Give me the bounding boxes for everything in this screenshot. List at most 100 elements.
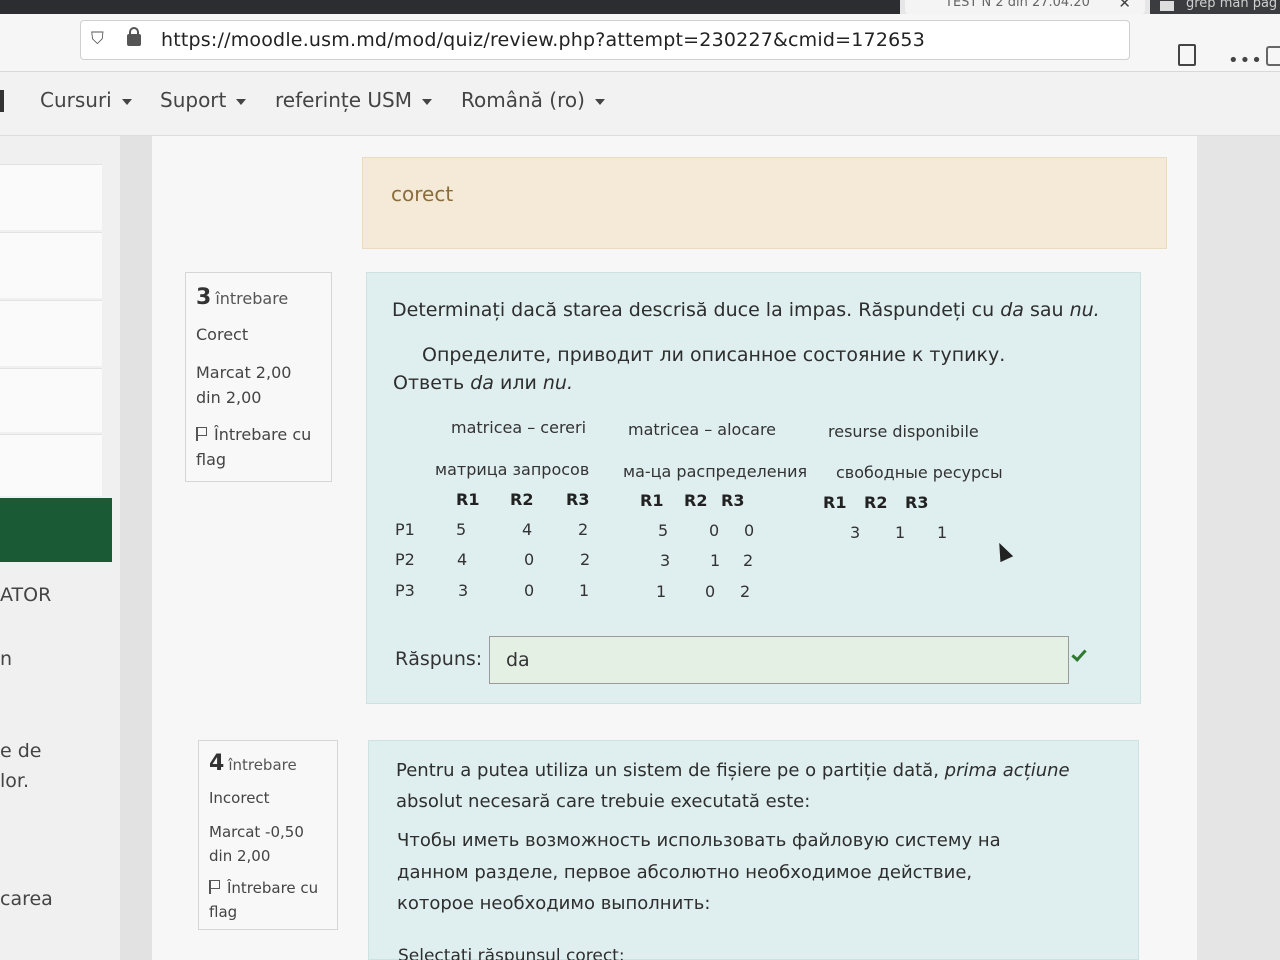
col-header: R2 (684, 491, 708, 510)
question-number: 4 întrebare (209, 751, 297, 776)
sidebar-fragment[interactable]: ATOR (0, 584, 51, 606)
question-text-ro-2: absolut necesară care trebuie executată … (396, 791, 811, 812)
allocation-cell: 5 (658, 521, 669, 540)
text-part: Pentru a putea utiliza un sistem de fiși… (396, 760, 945, 781)
shield-icon[interactable]: ⛉ (91, 29, 104, 49)
nav-edge-fragment (0, 90, 4, 112)
allocation-cell: 0 (744, 521, 755, 540)
reader-view-icon[interactable] (1178, 44, 1196, 66)
flag-question-link[interactable]: Întrebare cu (196, 425, 311, 444)
sidebar-cell[interactable] (0, 434, 102, 496)
feedback-text: corect (391, 182, 454, 206)
sidebar-cell[interactable] (0, 368, 102, 432)
question-state: Incorect (209, 789, 270, 807)
browser-tab-bar: TEST N 2 din 27.04.20 ✕ grep man pag (0, 0, 1280, 14)
nav-suport[interactable]: Suport (160, 88, 247, 112)
flag-question-link[interactable]: Întrebare cu (209, 879, 318, 897)
question-state: Corect (196, 325, 249, 344)
nav-label: referințe USM (275, 88, 412, 112)
flag-label: Întrebare cu (214, 425, 312, 444)
site-navigation: Cursuri Suport referințe USM Română (ro) (0, 72, 1280, 136)
sidebar-fragment[interactable]: carea (0, 888, 53, 910)
sidebar-cell[interactable] (0, 232, 102, 298)
answer-input[interactable] (489, 636, 1069, 684)
header-allocation-ru: ма-ца распределения (623, 462, 808, 481)
pocket-icon[interactable] (1266, 46, 1280, 66)
nav-label: Cursuri (40, 88, 112, 112)
nav-referinte[interactable]: referințe USM (275, 88, 432, 112)
question-marks: Marcat -0,50 (209, 823, 304, 841)
sidebar-fragment[interactable]: n (0, 648, 12, 670)
select-prompt: Selectați răspunsul corect: (398, 946, 625, 960)
text-part: sau (1023, 299, 1070, 321)
lock-icon[interactable] (127, 27, 141, 46)
col-header: R3 (721, 491, 745, 510)
flag-label-cont[interactable]: flag (196, 450, 226, 469)
header-request-ro: matricea – cereri (451, 418, 587, 437)
col-header: R2 (510, 490, 534, 509)
chevron-down-icon (236, 98, 247, 105)
nav-language[interactable]: Română (ro) (461, 88, 605, 112)
general-feedback-box: corect (362, 157, 1167, 249)
request-cell: 4 (522, 520, 533, 539)
text-part: или (493, 372, 543, 394)
question-info-4: 4 întrebare Incorect Marcat -0,50 din 2,0… (198, 740, 338, 930)
question-info-3: 3 întrebare Corect Marcat 2,00 din 2,00 Î… (185, 272, 332, 482)
header-available-ro: resurse disponibile (828, 422, 979, 441)
flag-icon (196, 427, 207, 441)
request-cell: 3 (458, 581, 469, 600)
request-cell: 2 (578, 520, 589, 539)
col-header: R3 (566, 490, 590, 509)
close-tab-icon[interactable]: ✕ (1118, 0, 1131, 12)
question-marks-total: din 2,00 (196, 388, 262, 407)
question-marks: Marcat 2,00 (196, 363, 292, 382)
allocation-cell: 0 (705, 582, 716, 601)
question-text-ru-3: которое необходимо выполнить: (397, 893, 711, 914)
question-word: întrebare (228, 756, 297, 774)
text-part: Ответь (393, 372, 471, 394)
header-allocation-ro: matricea – alocare (628, 420, 777, 439)
text-part: prima acțiune (944, 760, 1070, 781)
more-actions-icon[interactable]: ••• (1228, 50, 1263, 71)
url-text[interactable]: https://moodle.usm.md/mod/quiz/review.ph… (161, 29, 925, 51)
row-label: P2 (395, 550, 415, 569)
sidebar-cell[interactable] (0, 300, 102, 366)
flag-label-cont[interactable]: flag (209, 903, 237, 921)
question-text-ro: Determinați dacă starea descrisă duce la… (392, 299, 1100, 321)
sidebar-fragment: e de (0, 740, 42, 762)
sidebar-gutter (120, 136, 152, 960)
allocation-cell: 0 (709, 521, 720, 540)
request-cell: 0 (524, 581, 535, 600)
header-available-ru: свободные ресурсы (836, 463, 1003, 482)
col-header: R1 (456, 490, 480, 509)
question-text-ru: Чтобы иметь возможность использовать фай… (397, 830, 1001, 851)
available-cell: 1 (895, 523, 906, 542)
text-part: nu. (542, 372, 573, 394)
flag-label: Întrebare cu (227, 879, 319, 897)
number-value: 4 (209, 751, 225, 776)
sidebar-cell[interactable] (0, 164, 102, 230)
allocation-cell: 3 (660, 551, 671, 570)
browser-tab-active[interactable]: TEST N 2 din 27.04.20 ✕ (905, 0, 1145, 14)
document-icon (1160, 1, 1174, 11)
chevron-down-icon (421, 98, 432, 105)
sidebar-active-block[interactable] (0, 498, 112, 562)
address-bar[interactable]: ⛉ https://moodle.usm.md/mod/quiz/review.… (80, 20, 1130, 60)
row-label: P1 (395, 520, 415, 539)
text-part: da (470, 372, 494, 394)
nav-cursuri[interactable]: Cursuri (40, 88, 132, 112)
nav-label: Română (ro) (461, 88, 585, 112)
question-text-ru-2: Ответь da или nu. (393, 372, 573, 394)
chevron-down-icon (594, 98, 605, 105)
request-cell: 5 (456, 520, 467, 539)
available-cell: 3 (850, 523, 861, 542)
question-word: întrebare (215, 289, 289, 308)
text-part: da (1000, 299, 1024, 321)
question-text-ru-2: данном разделе, первое абсолютно необход… (397, 862, 973, 883)
col-header: R1 (823, 493, 847, 512)
col-header: R3 (905, 493, 929, 512)
request-cell: 4 (457, 550, 468, 569)
request-cell: 2 (580, 550, 591, 569)
browser-tab-second[interactable]: grep man pag (1150, 0, 1280, 14)
header-request-ru: матрица запросов (435, 460, 590, 479)
